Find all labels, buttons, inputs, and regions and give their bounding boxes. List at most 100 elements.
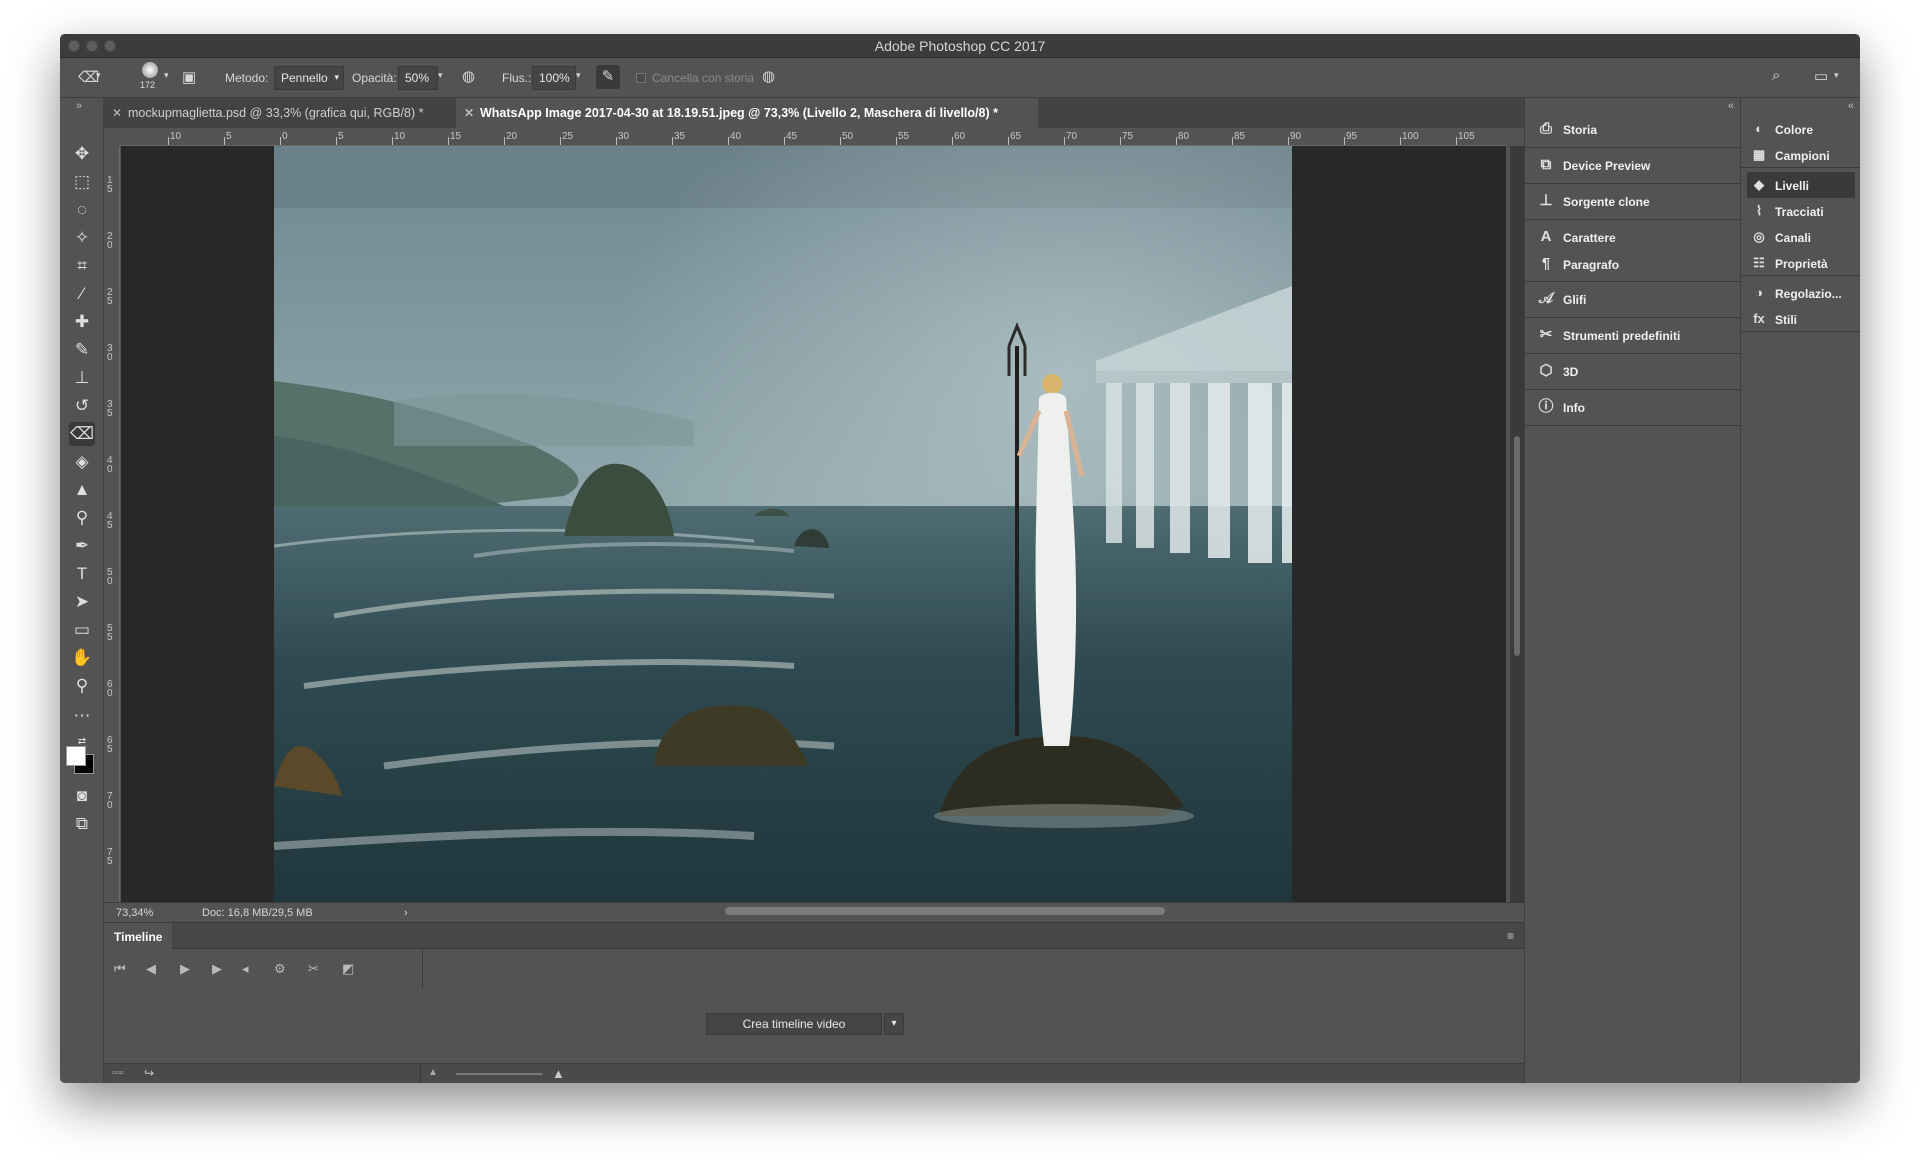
lasso-tool-icon[interactable]: ◌ — [69, 198, 95, 222]
flusso-dropdown-icon[interactable]: ▾ — [576, 70, 581, 81]
history-brush-tool-icon[interactable]: ↺ — [69, 394, 95, 418]
ruler-tick — [1456, 137, 1457, 145]
document-tabs: ✕ mockupmaglietta.psd @ 33,3% (grafica q… — [104, 98, 1524, 128]
panel-livelli[interactable]: ◆ Livelli — [1747, 172, 1855, 198]
path-selection-tool-icon[interactable]: ➤ — [69, 590, 95, 614]
create-timeline-dropdown-icon[interactable]: ▾ — [884, 1013, 904, 1035]
tab-mockupmaglietta[interactable]: ✕ mockupmaglietta.psd @ 33,3% (grafica q… — [104, 98, 456, 128]
status-arrow-icon[interactable]: › — [404, 907, 408, 919]
hand-tool-icon[interactable]: ✋ — [69, 646, 95, 670]
search-icon[interactable]: ⌕ — [1772, 67, 1780, 84]
metodo-select[interactable]: Pennello ▾ — [274, 66, 344, 90]
prev-frame-icon[interactable]: ◀ — [146, 961, 156, 977]
close-tab-icon[interactable]: ✕ — [464, 106, 474, 120]
opacita-dropdown-icon[interactable]: ▾ — [438, 70, 443, 81]
split-icon[interactable]: ✂ — [308, 961, 319, 977]
play-icon[interactable]: ▶ — [180, 961, 190, 977]
glyphs-icon: 𝒜 — [1538, 290, 1554, 307]
vertical-scrollbar[interactable] — [1510, 146, 1524, 926]
audio-icon[interactable]: ◂ — [242, 961, 249, 977]
vertical-scroll-thumb[interactable] — [1514, 436, 1520, 656]
workspace-icon[interactable]: ▭ — [1814, 67, 1828, 85]
eraser-tool-icon[interactable]: ⌫ — [69, 422, 95, 446]
pressure-size-icon[interactable]: ◍ — [762, 67, 775, 85]
zoom-tool-icon[interactable]: ⚲ — [69, 674, 95, 698]
settings-icon[interactable]: ⚙ — [274, 961, 286, 977]
ruler-origin[interactable] — [104, 128, 120, 146]
horizontal-scroll-thumb[interactable] — [725, 907, 1165, 915]
pressure-opacity-icon[interactable]: ◍ — [462, 67, 475, 85]
panel-storia[interactable]: ⎙ Storia — [1533, 115, 1737, 145]
brush-preview-icon[interactable] — [142, 62, 158, 78]
panel-campioni[interactable]: ▦ Campioni — [1747, 142, 1855, 168]
timeline-zoom-slider[interactable] — [456, 1073, 542, 1075]
panel-stili[interactable]: fx Stili — [1747, 306, 1855, 332]
frame-mode-icon[interactable]: ▫▫▫ — [112, 1067, 124, 1079]
horizontal-ruler[interactable]: 10 5 0 5 10 15 20 25 30 35 40 45 50 55 60 65 70 75 80 85 90 9… — [120, 128, 1506, 146]
tab-whatsapp-image[interactable]: ✕ WhatsApp Image 2017-04-30 at 18.19.51.… — [456, 98, 1038, 128]
brush-panel-icon[interactable]: ▣ — [182, 68, 196, 86]
first-frame-icon[interactable]: ⏮ — [114, 961, 126, 977]
clone-stamp-tool-icon[interactable]: ⊥ — [69, 366, 95, 390]
panel-canali[interactable]: ◎ Canali — [1747, 224, 1855, 250]
zoom-out-icon[interactable]: ▲ — [428, 1067, 438, 1078]
foreground-color-swatch[interactable] — [66, 746, 86, 766]
screen-mode-icon[interactable]: ⧉ — [69, 812, 95, 836]
panel-info[interactable]: ⓘ Info — [1533, 393, 1737, 423]
timeline-tab[interactable]: Timeline — [104, 923, 173, 949]
pen-tool-icon[interactable]: ✒ — [69, 534, 95, 558]
ruler-tick-label: 45 — [786, 131, 798, 142]
workspace-dropdown-icon[interactable]: ▾ — [1834, 70, 1839, 81]
cancella-checkbox[interactable] — [636, 73, 646, 83]
flusso-input[interactable]: 100% — [532, 66, 576, 90]
blur-tool-icon[interactable]: ▲ — [69, 478, 95, 502]
type-tool-icon[interactable]: T — [69, 562, 95, 586]
panel-3d[interactable]: ⬡ 3D — [1533, 357, 1737, 387]
ruler-tick — [616, 137, 617, 145]
brush-dropdown-icon[interactable]: ▾ — [164, 70, 169, 81]
paint-bucket-tool-icon[interactable]: ◈ — [69, 450, 95, 474]
timeline-footer: ▫▫▫ ↪ ▲ ▲ — [104, 1063, 1524, 1083]
opacita-input[interactable]: 50% — [398, 66, 438, 90]
panel-colore[interactable]: ◐ Colore — [1747, 116, 1855, 142]
move-tool-icon[interactable]: ✥ — [69, 142, 95, 166]
crop-tool-icon[interactable]: ⌗ — [69, 254, 95, 278]
toolbar-collapse-icon[interactable]: » — [76, 100, 82, 112]
ruler-tick — [1120, 137, 1121, 145]
document-image[interactable] — [274, 146, 1292, 904]
magic-wand-tool-icon[interactable]: ✧ — [69, 226, 95, 250]
tool-preset-dropdown-icon[interactable]: ▾ — [96, 70, 101, 81]
healing-brush-tool-icon[interactable]: ✚ — [69, 310, 95, 334]
more-tools-icon[interactable]: ⋯ — [69, 704, 95, 728]
panel-sorgente-clone[interactable]: ⊥ Sorgente clone — [1533, 187, 1737, 217]
rectangle-tool-icon[interactable]: ▭ — [69, 618, 95, 642]
create-video-timeline-button[interactable]: Crea timeline video — [706, 1013, 882, 1035]
panel-collapse-icon[interactable]: « — [1848, 100, 1854, 112]
panel-collapse-icon[interactable]: « — [1728, 100, 1734, 112]
zoom-level[interactable]: 73,34% — [116, 907, 153, 919]
next-frame-icon[interactable]: ▶ — [212, 961, 222, 977]
marquee-tool-icon[interactable]: ⬚ — [69, 170, 95, 194]
panel-strumenti-predefiniti[interactable]: ✂ Strumenti predefiniti — [1533, 321, 1737, 351]
layers-icon: ◆ — [1754, 177, 1764, 192]
panel-glifi[interactable]: 𝒜 Glifi — [1533, 285, 1737, 315]
dodge-tool-icon[interactable]: ⚲ — [69, 506, 95, 530]
render-icon[interactable]: ↪ — [144, 1066, 154, 1080]
panel-regolazioni[interactable]: ◑ Regolazio... — [1747, 280, 1855, 306]
airbrush-icon[interactable]: ✎ — [596, 65, 620, 89]
panel-tracciati[interactable]: ⌇ Tracciati — [1747, 198, 1855, 224]
ruler-tick-label: 5 — [338, 131, 344, 142]
panel-paragrafo[interactable]: ¶ Paragrafo — [1533, 250, 1737, 280]
panel-proprieta[interactable]: ☷ Proprietà — [1747, 250, 1855, 276]
eyedropper-tool-icon[interactable]: ⁄ — [69, 282, 95, 306]
brush-tool-icon[interactable]: ✎ — [69, 338, 95, 362]
timeline-menu-icon[interactable]: ≡ — [1507, 929, 1514, 943]
transition-icon[interactable]: ◩ — [342, 961, 354, 977]
ruler-tick — [560, 137, 561, 145]
vertical-ruler[interactable]: 1 5 2 0 2 5 3 0 3 5 4 0 4 5 5 0 5 5 6 0 6 5 7 0 7 5 — [104, 146, 120, 926]
zoom-in-icon[interactable]: ▲ — [552, 1066, 565, 1081]
panel-carattere[interactable]: A Carattere — [1533, 223, 1737, 253]
quick-mask-icon[interactable]: ◙ — [69, 784, 95, 808]
close-tab-icon[interactable]: ✕ — [112, 106, 122, 120]
panel-device-preview[interactable]: ⧉ Device Preview — [1533, 151, 1737, 181]
